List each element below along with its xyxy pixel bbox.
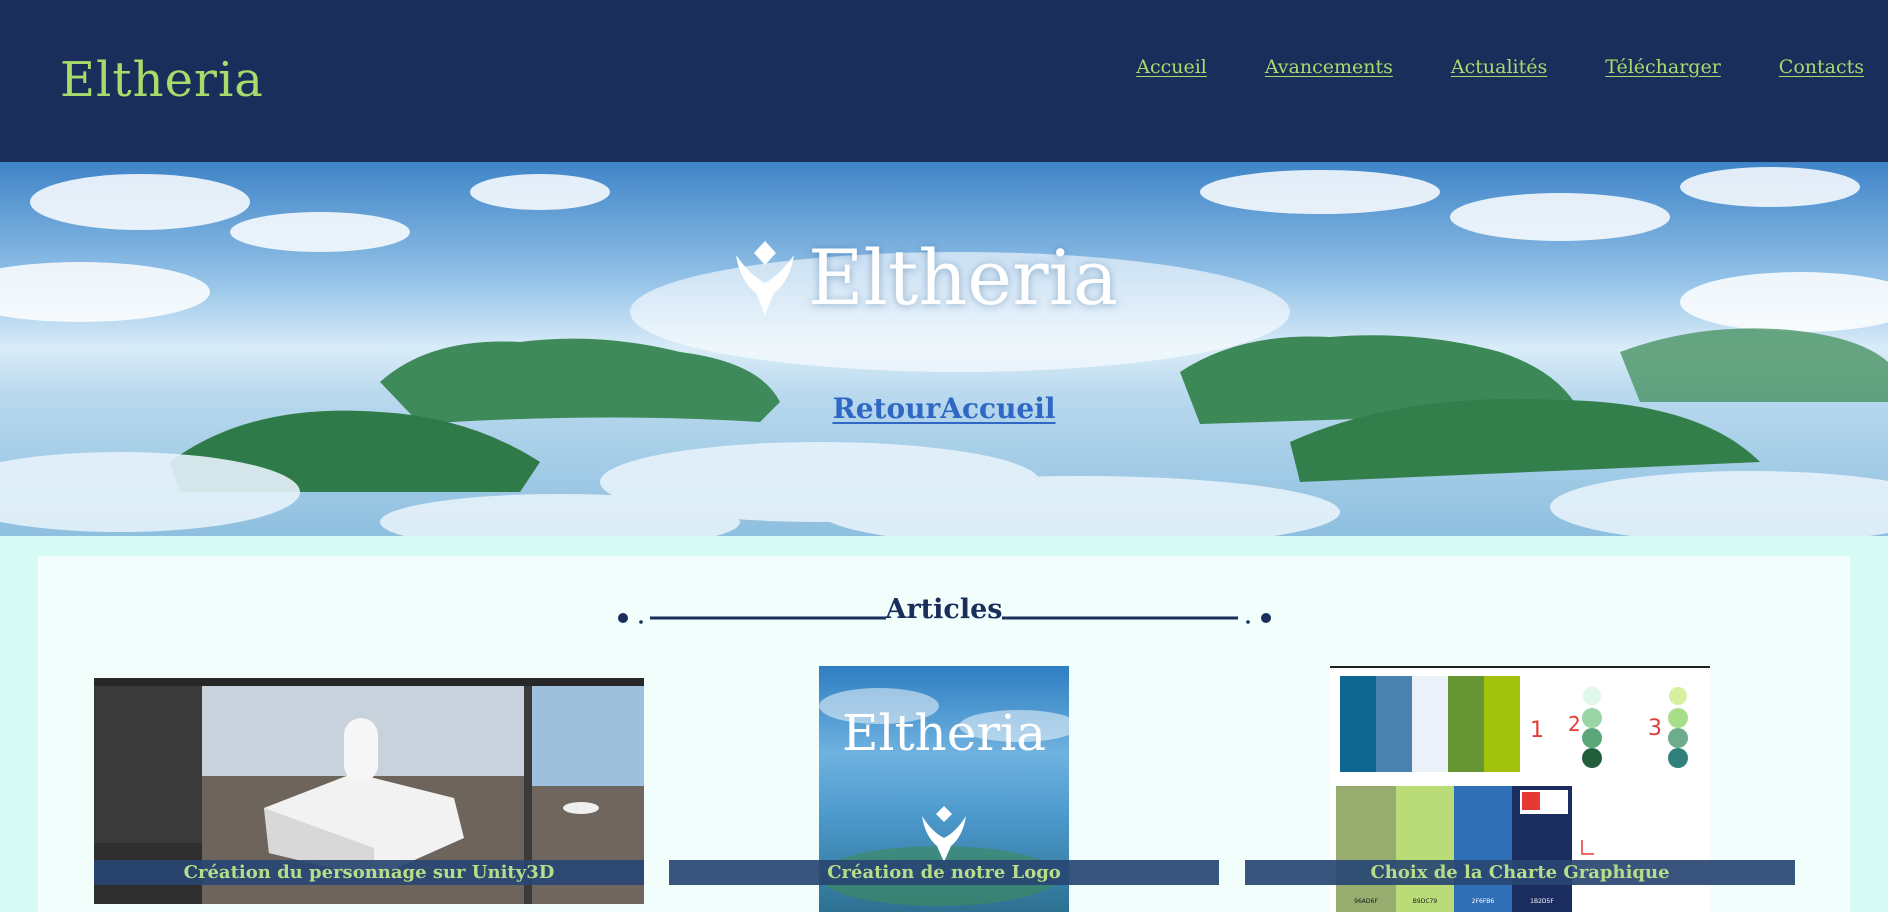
palette-number-3: 3 <box>1648 716 1662 741</box>
hero-logo-text: Eltheria <box>808 232 1119 322</box>
article-card-logo[interactable]: Eltheria Création de notre Logo <box>669 666 1219 912</box>
article-caption: Choix de la Charte Graphique <box>1245 860 1795 885</box>
hero-banner: Eltheria RetourAccueil <box>0 162 1888 536</box>
swatch-code-3: 2F6FB6 <box>1471 898 1495 905</box>
nav-link-contacts[interactable]: Contacts <box>1779 56 1864 78</box>
article-card-unity[interactable]: Création du personnage sur Unity3D <box>94 666 644 912</box>
emblem-icon <box>736 241 794 315</box>
sky-islands-background <box>0 167 1888 536</box>
site-logo[interactable]: Eltheria <box>60 52 264 108</box>
back-home-link[interactable]: RetourAccueil <box>832 392 1055 425</box>
main-nav: Accueil Avancements Actualités Télécharg… <box>1136 56 1864 78</box>
nav-link-telecharger[interactable]: Télécharger <box>1605 56 1721 78</box>
site-header: Eltheria Accueil Avancements Actualités … <box>0 0 1888 162</box>
palette-number-2: 2 <box>1568 712 1581 736</box>
article-card-charte[interactable]: 1 2 3 96AD6F B9DC79 2F6FB6 1B2D5F Choix … <box>1245 666 1795 912</box>
nav-link-actualites[interactable]: Actualités <box>1451 56 1547 78</box>
logo-preview-text: Eltheria <box>841 704 1047 762</box>
articles-heading: Articles <box>38 594 1850 634</box>
hero-logo: Eltheria <box>730 232 1170 322</box>
articles-panel: Articles Création du personnage sur Unit… <box>38 556 1850 912</box>
article-caption: Création du personnage sur Unity3D <box>94 860 644 885</box>
swatch-code-1: 96AD6F <box>1354 898 1378 905</box>
article-caption: Création de notre Logo <box>669 860 1219 885</box>
articles-title: Articles <box>885 594 1003 625</box>
swatch-code-2: B9DC79 <box>1412 898 1438 905</box>
swatch-code-4: 1B2D5F <box>1530 898 1554 905</box>
nav-link-avancements[interactable]: Avancements <box>1265 56 1393 78</box>
nav-link-accueil[interactable]: Accueil <box>1136 56 1207 78</box>
palette-number-1: 1 <box>1530 718 1544 743</box>
